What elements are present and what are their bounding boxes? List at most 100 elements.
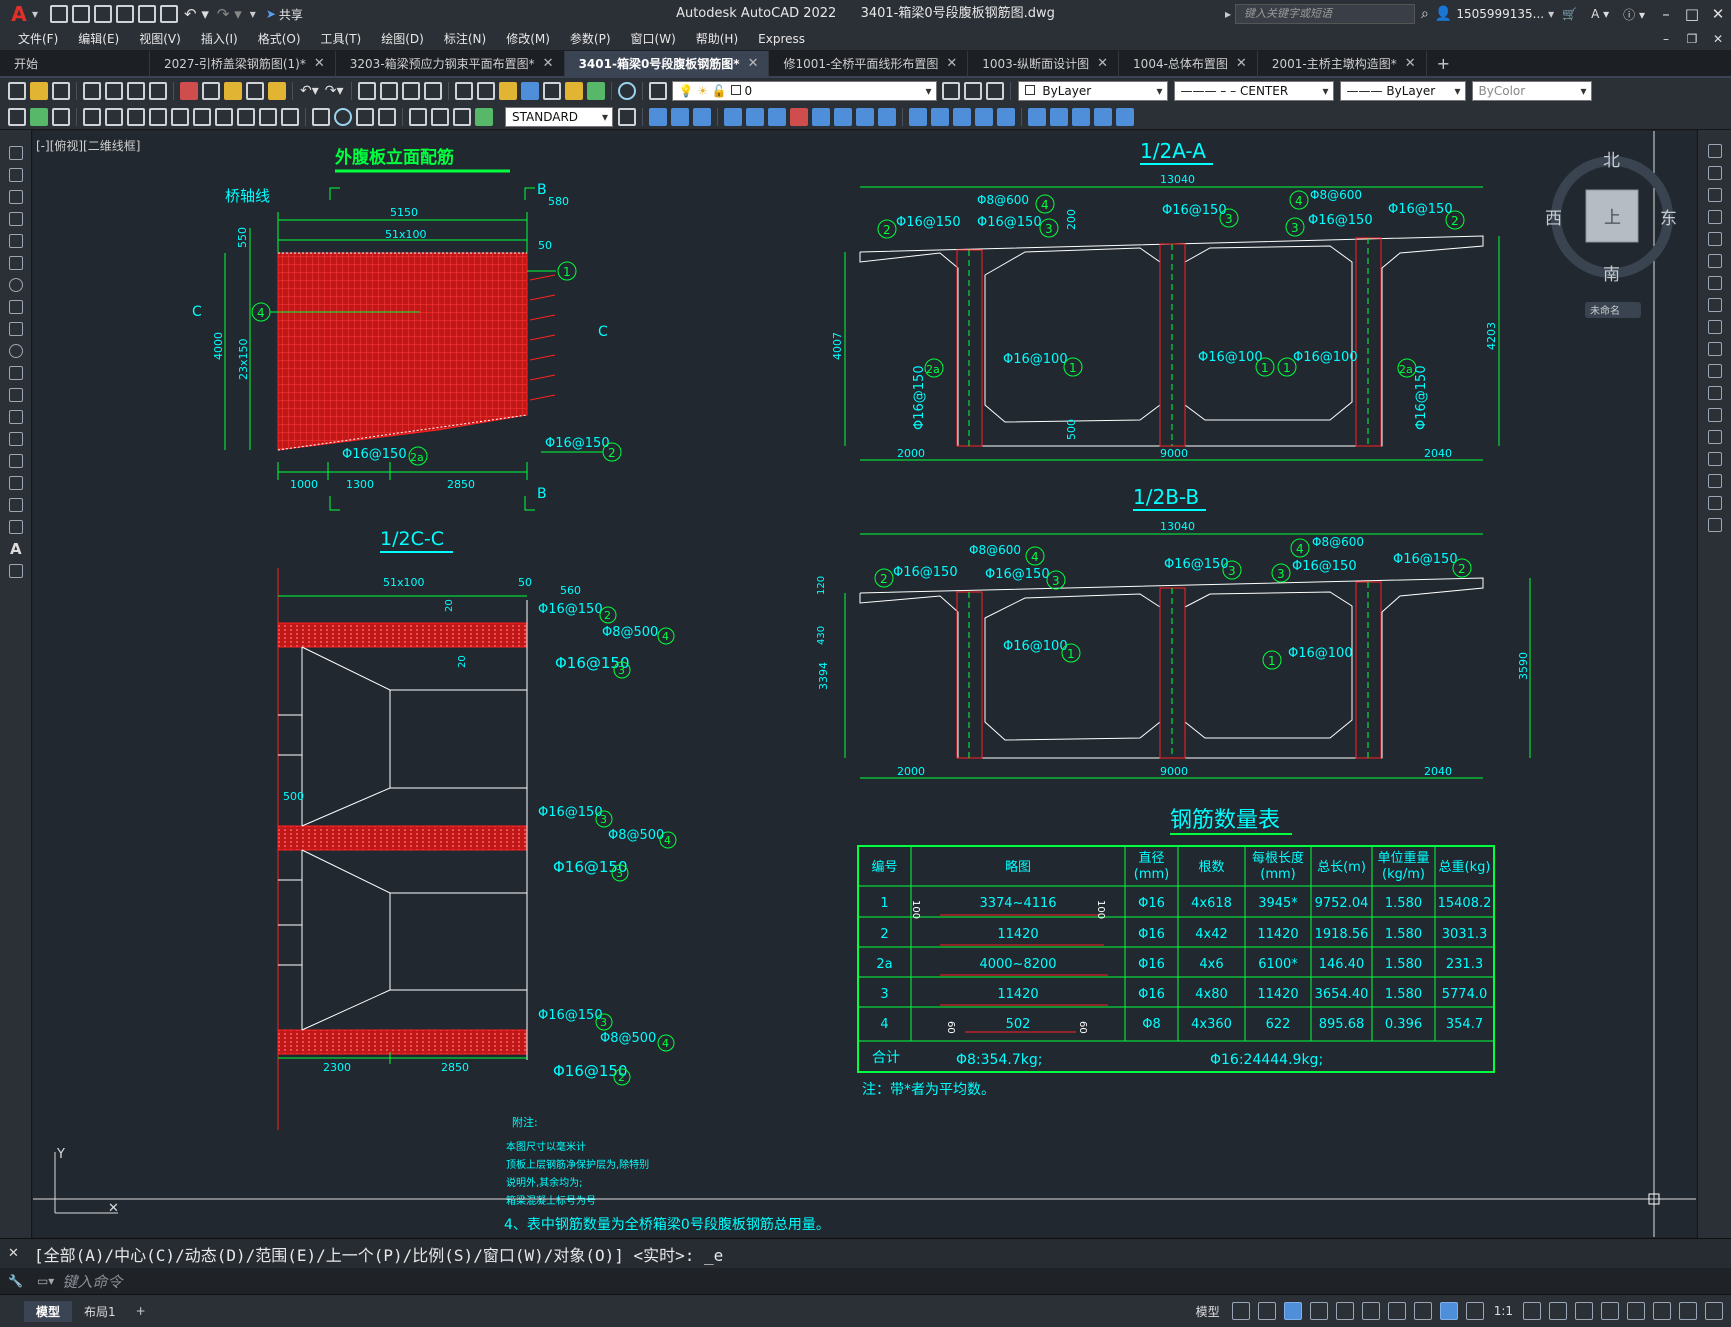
units-icon[interactable]: [1575, 1302, 1593, 1320]
preview-icon[interactable]: [105, 82, 123, 100]
dim-jogged-icon[interactable]: [127, 107, 145, 126]
search-icon[interactable]: ⌕: [1421, 6, 1429, 22]
tab-model[interactable]: 模型: [24, 1300, 73, 1322]
zoom-realtime-icon[interactable]: [379, 82, 398, 100]
region-draw-icon[interactable]: [9, 498, 23, 512]
spline-icon[interactable]: [9, 322, 23, 336]
add-selected-icon[interactable]: [9, 564, 23, 578]
menu-item-4[interactable]: 格式(O): [248, 28, 311, 50]
extend-right-icon[interactable]: [1708, 364, 1722, 378]
help-icon[interactable]: ⓘ ▾: [1623, 6, 1645, 23]
design-center-icon[interactable]: [476, 82, 495, 100]
quick-dim-icon[interactable]: [193, 107, 211, 126]
zoom-window-icon[interactable]: [401, 82, 420, 100]
dim-space-icon[interactable]: [259, 107, 277, 126]
help-toolbar-icon[interactable]: [617, 82, 636, 100]
point-draw-icon[interactable]: [9, 432, 23, 446]
hardware-accel-icon[interactable]: [1627, 1302, 1645, 1320]
dim-linear-icon[interactable]: [8, 107, 26, 126]
table-icon[interactable]: [9, 520, 23, 534]
undo-icon[interactable]: ↶ ▾: [184, 5, 209, 23]
revision-cloud-icon[interactable]: [9, 300, 23, 314]
file-tab-4[interactable]: 修1001-全桥平面线形布置图 ✕: [769, 51, 969, 77]
autocad-logo-icon[interactable]: A: [6, 2, 32, 26]
search-expand-icon[interactable]: ▸: [1225, 7, 1231, 21]
menu-item-7[interactable]: 标注(N): [434, 28, 496, 50]
explode-icon[interactable]: [997, 107, 1015, 126]
lineweight-icon[interactable]: [1413, 1302, 1432, 1320]
model-space-button[interactable]: 模型: [1196, 1303, 1220, 1320]
layer-combo[interactable]: 💡 ☀ 🔓 0: [671, 81, 937, 101]
offset-right-icon[interactable]: [1708, 210, 1722, 224]
polyline-icon[interactable]: [9, 190, 23, 204]
user-name[interactable]: 1505999135...: [1456, 7, 1544, 21]
file-tab-3[interactable]: 3401-箱梁0号段腹板钢筋图* ✕: [564, 51, 770, 77]
stretch-right-icon[interactable]: [1708, 320, 1722, 334]
autodesk-app-icon[interactable]: A ▾: [1591, 7, 1609, 21]
command-customize-icon[interactable]: 🔧: [8, 1274, 23, 1288]
doc-restore-icon[interactable]: ❐: [1679, 32, 1705, 46]
cut-icon[interactable]: [180, 82, 198, 100]
tab-layout1[interactable]: 布局1: [72, 1301, 128, 1322]
open-icon[interactable]: [30, 82, 48, 100]
tab-close-icon[interactable]: ✕: [1097, 51, 1108, 77]
cart-icon[interactable]: 🛒: [1562, 7, 1577, 21]
copy-modify-icon[interactable]: [649, 107, 667, 126]
menu-item-11[interactable]: 帮助(H): [686, 28, 748, 50]
linetype-combo[interactable]: ——— – – CENTER: [1173, 81, 1334, 101]
publish-icon[interactable]: [127, 82, 145, 100]
copy-icon[interactable]: [202, 82, 220, 100]
command-prompt-icon[interactable]: ▭▾: [37, 1274, 54, 1288]
isodraft-icon[interactable]: [1335, 1302, 1354, 1320]
copy-right-icon[interactable]: [1708, 166, 1722, 180]
make-block-icon[interactable]: [1050, 107, 1068, 126]
scale-value[interactable]: 1:1: [1494, 1304, 1513, 1318]
move-right-icon[interactable]: [1708, 254, 1722, 268]
viewport-label[interactable]: [-][俯视][二维线框]: [36, 138, 140, 153]
tab-close-icon[interactable]: ✕: [748, 51, 759, 77]
plotstyle-combo[interactable]: ByColor: [1471, 81, 1592, 101]
tab-close-icon[interactable]: ✕: [1405, 51, 1416, 77]
add-icon[interactable]: [1549, 1302, 1567, 1320]
mtext-icon[interactable]: A: [10, 540, 22, 558]
hatch-draw-icon[interactable]: [9, 454, 23, 468]
match-properties-icon[interactable]: [246, 82, 264, 100]
chamfer-icon[interactable]: [931, 107, 949, 126]
new-icon[interactable]: [8, 82, 26, 100]
close-icon[interactable]: ✕: [1705, 5, 1731, 23]
polygon-icon[interactable]: [9, 212, 23, 226]
zoom-previous-icon[interactable]: [423, 82, 442, 100]
add-layout-icon[interactable]: +: [136, 1304, 146, 1318]
join-right-icon[interactable]: [1708, 430, 1722, 444]
menu-item-5[interactable]: 工具(T): [311, 28, 372, 50]
construction-line-icon[interactable]: [9, 168, 23, 182]
menu-item-2[interactable]: 视图(V): [129, 28, 191, 50]
text-style-combo[interactable]: STANDARD: [505, 106, 613, 127]
point-icon[interactable]: [1072, 107, 1090, 126]
arc-icon[interactable]: [9, 256, 23, 270]
block-icon[interactable]: [9, 410, 23, 424]
inspect-icon[interactable]: [356, 107, 374, 126]
3d-print-icon[interactable]: [149, 82, 167, 100]
break-right-icon[interactable]: [1708, 408, 1722, 422]
gradient-icon[interactable]: [9, 476, 23, 490]
calculator-icon[interactable]: [586, 82, 605, 100]
viewcube[interactable]: 上 北 南 东 西 未命名: [1545, 151, 1677, 318]
file-tab-1[interactable]: 2027-引桥盖梁钢筋图(1)* ✕: [150, 51, 336, 77]
dim-edit-icon[interactable]: [409, 107, 427, 126]
ellipse-arc-icon[interactable]: [9, 366, 23, 380]
app-menu-chevron-icon[interactable]: ▾: [32, 7, 38, 21]
viewcube-east[interactable]: 东: [1660, 209, 1677, 229]
grid-icon[interactable]: [1231, 1302, 1250, 1320]
blend-icon[interactable]: [975, 107, 993, 126]
new-file-icon[interactable]: [50, 5, 69, 23]
tab-close-icon[interactable]: ✕: [946, 51, 957, 77]
line-icon[interactable]: [9, 146, 23, 160]
file-tab-6[interactable]: 1004-总体布置图 ✕: [1119, 51, 1258, 77]
array-right-icon[interactable]: [1708, 232, 1722, 246]
help-search-input[interactable]: 键入关键字或短语: [1235, 4, 1416, 24]
print-icon[interactable]: [160, 5, 179, 23]
tab-close-icon[interactable]: ✕: [1236, 51, 1247, 77]
menu-item-6[interactable]: 绘图(D): [371, 28, 434, 50]
command-input[interactable]: 键入命令: [54, 1271, 122, 1292]
